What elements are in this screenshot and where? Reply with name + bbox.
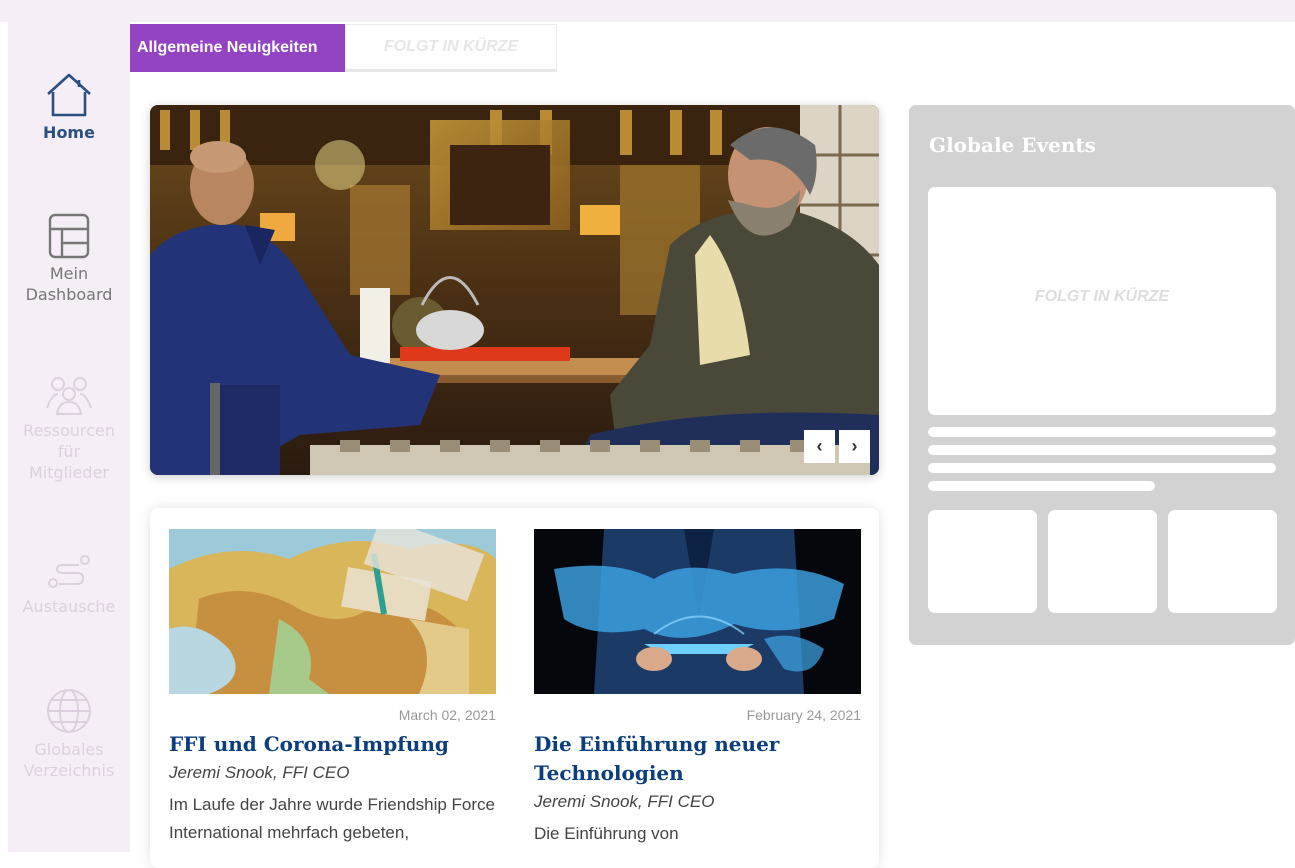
sidebar-item-dashboard[interactable]: Mein Dashboard bbox=[8, 213, 130, 305]
article-image-map bbox=[169, 529, 496, 694]
placeholder-card bbox=[1168, 510, 1277, 613]
globe-icon bbox=[47, 689, 91, 733]
placeholder-line bbox=[928, 463, 1276, 473]
sidebar-item-home[interactable]: Home bbox=[8, 72, 130, 143]
placeholder-line bbox=[928, 481, 1155, 491]
article-excerpt: Im Laufe der Jahre wurde Friendship Forc… bbox=[169, 795, 495, 842]
home-icon bbox=[47, 73, 91, 117]
chevron-right-icon: › bbox=[851, 436, 858, 456]
sidebar-item-label: Globales Verzeichnis bbox=[23, 740, 115, 780]
hero-image bbox=[150, 105, 879, 475]
hero-prev-button[interactable]: ‹ bbox=[804, 430, 835, 463]
placeholder-card bbox=[928, 510, 1037, 613]
members-icon bbox=[46, 377, 92, 415]
placeholder-card bbox=[1048, 510, 1157, 613]
sidebar-item-member-resources[interactable]: Ressourcen für Mitglieder bbox=[8, 374, 130, 483]
tab-general-news[interactable]: Allgemeine Neuigkeiten bbox=[130, 24, 345, 72]
news-list: March 02, 2021 FFI und Corona-Impfung Je… bbox=[150, 508, 879, 868]
sidebar-nav: Home Mein Dashboard Ressourcen für Mitgl… bbox=[8, 22, 130, 852]
hero-carousel[interactable]: ‹ › bbox=[150, 105, 879, 475]
events-title: Globale Events bbox=[929, 133, 1096, 157]
route-icon bbox=[48, 555, 90, 588]
article-title[interactable]: FFI und Corona-Impfung bbox=[169, 730, 496, 759]
article-date: February 24, 2021 bbox=[746, 707, 861, 723]
article-author: Jeremi Snook, FFI CEO bbox=[534, 792, 715, 811]
chevron-left-icon: ‹ bbox=[816, 436, 823, 456]
sidebar-item-label: Austausche bbox=[22, 597, 116, 616]
events-coming-soon: FOLGT IN KÜRZE bbox=[1034, 288, 1170, 305]
sidebar-item-label: Mein Dashboard bbox=[25, 264, 113, 304]
sidebar-item-label: Ressourcen für Mitglieder bbox=[23, 421, 115, 482]
article-title[interactable]: Die Einführung neuer Technologien bbox=[534, 730, 861, 788]
sidebar-item-exchanges[interactable]: Austausche bbox=[8, 552, 130, 617]
article-date: March 02, 2021 bbox=[398, 707, 496, 723]
placeholder-line bbox=[928, 427, 1276, 437]
dashboard-icon bbox=[48, 213, 90, 259]
sidebar-item-label: Home bbox=[43, 123, 95, 142]
article-author: Jeremi Snook, FFI CEO bbox=[169, 763, 350, 782]
article-excerpt: Die Einführung von bbox=[534, 824, 679, 843]
top-strip bbox=[0, 0, 1295, 22]
article-image-technology bbox=[534, 529, 861, 694]
sidebar-item-global-directory[interactable]: Globales Verzeichnis bbox=[8, 687, 130, 781]
events-placeholder-card: FOLGT IN KÜRZE bbox=[928, 187, 1276, 415]
global-events-panel: Globale Events FOLGT IN KÜRZE bbox=[909, 105, 1295, 645]
hero-next-button[interactable]: › bbox=[839, 430, 870, 463]
news-article[interactable]: February 24, 2021 Die Einführung neuer T… bbox=[534, 529, 861, 848]
news-article[interactable]: March 02, 2021 FFI und Corona-Impfung Je… bbox=[169, 529, 496, 847]
placeholder-line bbox=[928, 445, 1276, 455]
tab-coming-soon: FOLGT IN KÜRZE bbox=[345, 24, 557, 72]
